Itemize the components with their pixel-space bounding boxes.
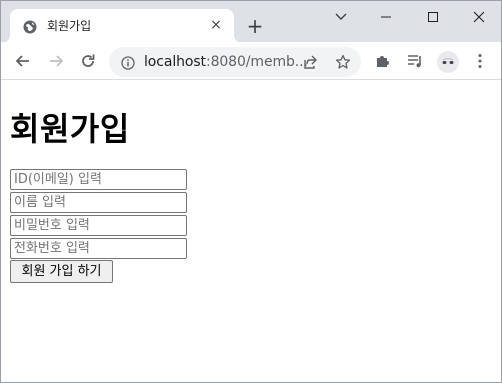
star-icon[interactable]	[335, 54, 351, 70]
globe-icon	[23, 19, 37, 34]
tab-title: 회원가입	[47, 19, 92, 33]
avatar[interactable]	[437, 51, 459, 73]
tab-strip: 회원가입 × +	[1, 1, 501, 43]
tab-close-icon[interactable]: ×	[209, 18, 223, 32]
page-content: 회원가입 회원 가입 하기	[1, 81, 501, 382]
share-icon[interactable]	[302, 54, 318, 70]
url-host: localhost	[144, 54, 206, 70]
tab-search-icon[interactable]	[332, 8, 350, 26]
browser-window: 회원가입 × + localhost:8080/memb... 회원가입 ID(…	[0, 0, 502, 383]
id-email-input[interactable]	[10, 169, 187, 190]
info-icon[interactable]	[121, 55, 135, 70]
tab-signup[interactable]: 회원가입 ×	[10, 9, 234, 43]
address-bar[interactable]: localhost:8080/memb...	[109, 47, 361, 77]
url-text[interactable]: localhost:8080/memb...	[144, 54, 308, 70]
arrow-right-icon[interactable]	[47, 52, 65, 70]
url-path: :8080/memb...	[205, 54, 308, 70]
new-tab-button[interactable]: +	[245, 16, 265, 36]
phone-input[interactable]	[10, 238, 187, 259]
reload-icon[interactable]	[79, 52, 97, 70]
password-input[interactable]	[10, 215, 187, 236]
minimize-icon[interactable]	[363, 1, 409, 31]
name-input[interactable]	[10, 192, 187, 213]
arrow-left-icon[interactable]	[14, 52, 32, 70]
signup-submit-button[interactable]: 회원 가입 하기	[10, 260, 113, 283]
page-title: 회원가입	[10, 110, 130, 148]
maximize-icon[interactable]	[410, 1, 456, 31]
puzzle-icon[interactable]	[374, 52, 392, 70]
kebab-menu-icon[interactable]	[471, 52, 489, 70]
close-icon[interactable]	[456, 1, 501, 31]
browser-toolbar: localhost:8080/memb...	[1, 42, 501, 80]
reading-list-icon[interactable]	[406, 52, 424, 70]
